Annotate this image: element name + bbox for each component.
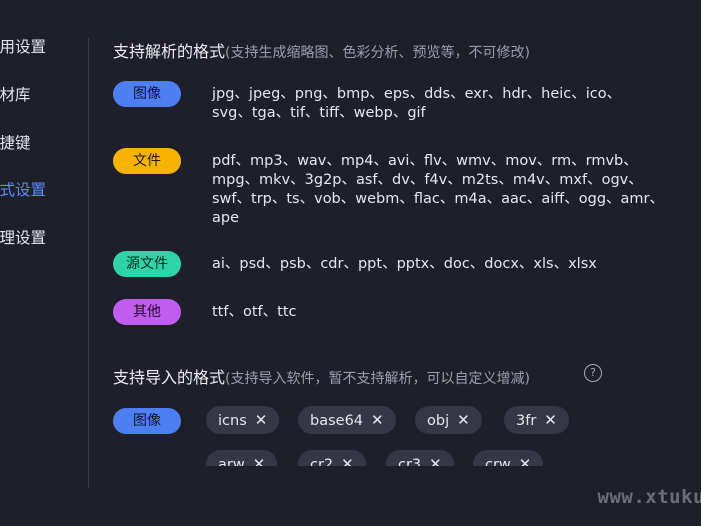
chip-label: cr2 [310, 457, 334, 466]
format-chip-arw: arw ✕ [206, 450, 278, 466]
format-chip-cr3: cr3 ✕ [386, 450, 454, 466]
chip-label: crw [485, 457, 511, 466]
format-line: ttf、otf、ttc [212, 304, 297, 320]
import-title-text: 支持导入的格式 [113, 368, 226, 387]
import-section-title: 支持导入的格式(支持导入软件，暂不支持解析，可以自定义增减) [113, 364, 530, 388]
chip-label: arw [218, 457, 245, 466]
chip-label: 3fr [516, 413, 537, 429]
format-line: mpg、mkv、3g2p、asf、dv、f4v、m2ts、m4v、mxf、ogv… [212, 172, 643, 188]
question-circle-icon[interactable]: ? [584, 364, 602, 382]
tag-image: 图像 [113, 81, 181, 107]
format-chip-cr2: cr2 ✕ [298, 450, 366, 466]
sidebar-divider [88, 38, 89, 488]
tag-source-file: 源文件 [113, 251, 181, 277]
parse-section-title: 支持解析的格式(支持生成缩略图、色彩分析、预览等，不可修改) [113, 38, 530, 62]
format-chip-crw: crw ✕ [473, 450, 544, 466]
format-chip-base64: base64 ✕ [298, 406, 396, 434]
tag-other: 其他 [113, 299, 181, 325]
chip-label: icns [218, 413, 247, 429]
file-formats-list: pdf、mp3、wav、mp4、avi、flv、wmv、mov、rm、rmvb、… [212, 152, 682, 228]
chip-label: cr3 [398, 457, 422, 466]
format-line: jpg、jpeg、png、bmp、eps、dds、exr、hdr、heic、ic… [212, 86, 622, 102]
close-icon[interactable]: ✕ [255, 406, 268, 434]
watermark: www.xtuku [597, 486, 701, 508]
parse-subtitle: (支持生成缩略图、色彩分析、预览等，不可修改) [225, 45, 530, 61]
close-icon[interactable]: ✕ [371, 406, 384, 434]
format-chip-3fr: 3fr ✕ [504, 406, 569, 434]
sidebar-item-library[interactable]: 素材库 [0, 80, 31, 110]
sidebar-item-shortcuts[interactable]: 快捷键 [0, 128, 31, 158]
tag-file: 文件 [113, 148, 181, 174]
parse-title-text: 支持解析的格式 [113, 42, 226, 61]
close-icon[interactable]: ✕ [429, 450, 442, 466]
format-chip-obj: obj ✕ [415, 406, 482, 434]
tag-import-image: 图像 [113, 408, 181, 434]
formats-panel: 支持解析的格式(支持生成缩略图、色彩分析、预览等，不可修改) 图像 jpg、jp… [113, 0, 701, 466]
close-icon[interactable]: ✕ [341, 450, 354, 466]
sidebar-item-general[interactable]: 常用设置 [0, 32, 46, 62]
close-icon[interactable]: ✕ [544, 406, 557, 434]
settings-window: 常用设置 素材库 快捷键 格式设置 代理设置 支持解析的格式(支持生成缩略图、色… [0, 0, 701, 526]
format-chip-icns: icns ✕ [206, 406, 280, 434]
import-subtitle: (支持导入软件，暂不支持解析，可以自定义增减) [225, 371, 530, 387]
format-line: pdf、mp3、wav、mp4、avi、flv、wmv、mov、rm、rmvb、 [212, 153, 638, 169]
format-line: swf、trp、ts、vob、webm、flac、m4a、aac、aiff、og… [212, 191, 664, 207]
source-formats-list: ai、psd、psb、cdr、ppt、pptx、doc、docx、xls、xls… [212, 255, 682, 274]
image-formats-list: jpg、jpeg、png、bmp、eps、dds、exr、hdr、heic、ic… [212, 85, 682, 123]
close-icon[interactable]: ✕ [457, 406, 470, 434]
format-line: ape [212, 210, 240, 226]
close-icon[interactable]: ✕ [519, 450, 532, 466]
format-line: svg、tga、tif、tiff、webp、gif [212, 105, 426, 121]
other-formats-list: ttf、otf、ttc [212, 303, 682, 322]
chip-label: base64 [310, 413, 364, 429]
chip-label: obj [427, 413, 450, 429]
close-icon[interactable]: ✕ [253, 450, 266, 466]
format-line: ai、psd、psb、cdr、ppt、pptx、doc、docx、xls、xls… [212, 256, 597, 272]
sidebar-item-formats[interactable]: 格式设置 [0, 175, 46, 205]
sidebar-item-proxy[interactable]: 代理设置 [0, 223, 46, 253]
